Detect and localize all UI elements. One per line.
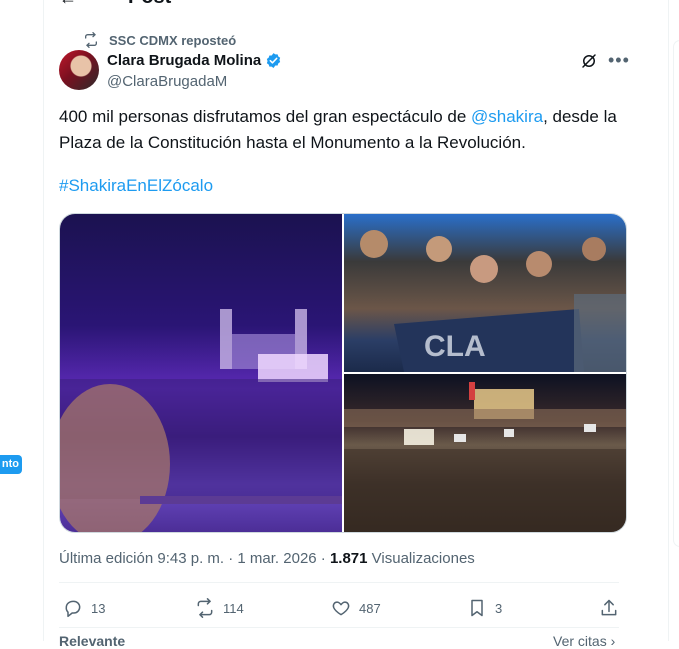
repost-context[interactable]: SSC CDMX reposteó [83, 32, 236, 48]
post-meta: Última edición 9:43 p. m. · 1 mar. 2026 … [59, 550, 475, 567]
bookmark-count: 3 [495, 600, 503, 616]
post-text-start: 400 mil personas disfrutamos del gran es… [59, 107, 472, 126]
photo-zocalo-aerial-art [344, 382, 626, 532]
post-header: ← Post [43, 0, 668, 8]
reply-icon [65, 600, 81, 618]
photo-zocalo-aerial[interactable] [344, 374, 626, 532]
author-handle[interactable]: @ClaraBrugadaM [107, 73, 282, 90]
left-badge[interactable]: nto [0, 455, 22, 474]
author-block: Clara Brugada Molina @ClaraBrugadaM [107, 52, 282, 90]
author-name[interactable]: Clara Brugada Molina [107, 52, 261, 69]
repost-action-icon [197, 598, 213, 618]
photo-zocalo-stage-art [60, 309, 342, 532]
verified-badge-icon[interactable] [265, 52, 282, 69]
action-bar: 13 114 487 3 [59, 598, 625, 622]
left-sidebar: nto [0, 0, 44, 641]
heart-icon [332, 601, 350, 616]
page-title: Post [128, 0, 171, 9]
divider-bottom [59, 627, 619, 628]
share-button[interactable] [599, 598, 619, 618]
right-sidebar-card [673, 40, 679, 547]
views-count: 1.871 [329, 550, 368, 567]
bookmark-icon [471, 599, 483, 617]
grok-icon[interactable] [580, 52, 598, 70]
repost-count: 114 [223, 600, 244, 616]
avatar[interactable] [59, 50, 99, 90]
photo-zocalo-stage[interactable] [60, 214, 342, 532]
repost-button[interactable]: 114 [195, 598, 244, 618]
edited-timestamp[interactable]: Última edición 9:43 p. m. · 1 mar. 2026 … [59, 550, 330, 567]
like-count: 487 [359, 600, 381, 616]
photo-crowd-banner[interactable]: CLA [344, 214, 626, 372]
reply-button[interactable]: 13 [63, 598, 105, 618]
more-options-icon[interactable]: ••• [608, 50, 630, 71]
divider-top [59, 582, 619, 583]
mention-link[interactable]: @shakira [471, 107, 543, 126]
back-arrow-icon[interactable]: ← [59, 0, 77, 9]
bookmark-button[interactable]: 3 [467, 598, 502, 618]
share-icon [601, 599, 617, 616]
media-grid: CLA [59, 213, 627, 533]
view-quotes-link[interactable]: Ver citas › [553, 633, 615, 649]
post-text: 400 mil personas disfrutamos del gran es… [59, 104, 639, 156]
svg-text:CLA: CLA [424, 330, 486, 363]
reply-count: 13 [91, 600, 106, 616]
repost-label: SSC CDMX reposteó [109, 32, 237, 48]
sort-relevant[interactable]: Relevante [59, 633, 125, 649]
like-button[interactable]: 487 [331, 598, 381, 618]
post-column: ← Post SSC CDMX reposteó Clara Brugada M… [43, 0, 668, 649]
photo-crowd-banner-art: CLA [360, 230, 626, 372]
hashtag-link[interactable]: #ShakiraEnElZócalo [59, 176, 213, 196]
repost-icon [85, 32, 97, 48]
views-label: Visualizaciones [367, 550, 475, 567]
